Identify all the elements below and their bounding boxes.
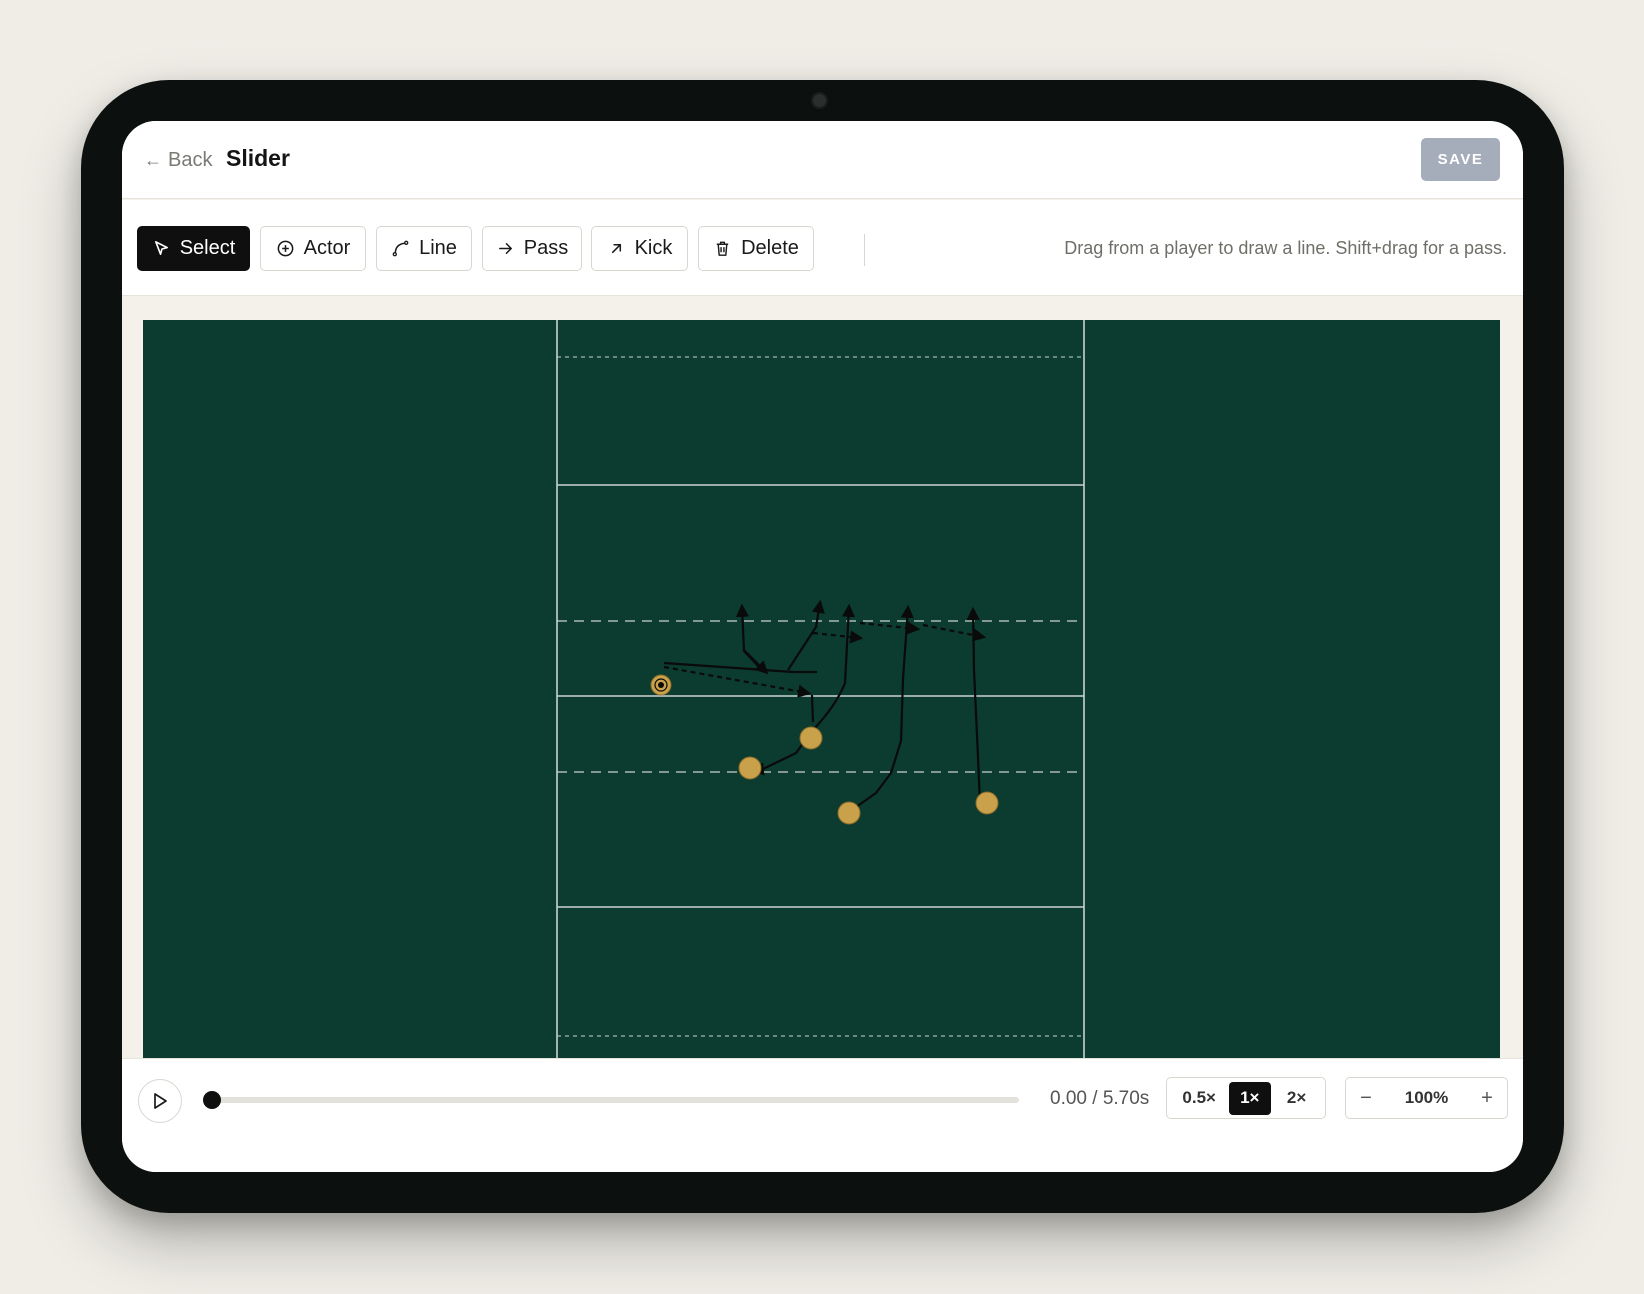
pass-tool-label: Pass — [523, 237, 569, 259]
camera-icon — [811, 92, 828, 109]
arrow-left-icon: ← — [144, 150, 162, 170]
route-line[interactable] — [735, 603, 763, 671]
zoom-out-button[interactable]: − — [1358, 1087, 1374, 1110]
play-icon — [154, 1093, 167, 1109]
pass-tool-button[interactable]: Pass — [482, 226, 582, 271]
toolbar: Select Actor Line Pass Kick Delete Drag … — [122, 200, 1523, 296]
timeline-scrubber[interactable] — [203, 1091, 1019, 1109]
save-button[interactable]: SAVE — [1421, 138, 1500, 181]
page-title: Slider — [226, 145, 290, 171]
zoom-control: − 100% + — [1345, 1077, 1508, 1119]
select-tool-button[interactable]: Select — [137, 226, 250, 271]
player[interactable] — [975, 791, 999, 815]
route-line[interactable] — [966, 606, 982, 804]
route-line[interactable] — [787, 599, 825, 671]
trash-icon — [716, 241, 729, 256]
plus-circle-icon — [277, 240, 294, 257]
arrow-right-icon — [498, 242, 512, 255]
routes[interactable] — [663, 599, 987, 813]
cursor-icon — [154, 241, 168, 256]
curve-icon — [392, 240, 409, 257]
route-line[interactable] — [663, 661, 817, 674]
tablet-frame: ← Back Slider SAVE Select Actor Line Pas — [81, 80, 1564, 1213]
select-tool-label: Select — [179, 237, 236, 259]
zoom-level: 100% — [1404, 1088, 1449, 1107]
playback-bar: 0.00 / 5.70s 0.5× 1× 2× − 100% + — [122, 1058, 1523, 1172]
actor-tool-label: Actor — [303, 237, 351, 259]
delete-tool-label: Delete — [741, 237, 799, 259]
speed-1x-button[interactable]: 1× — [1228, 1081, 1271, 1115]
players[interactable] — [650, 674, 999, 825]
pitch-markings — [556, 320, 1085, 1073]
back-label: Back — [168, 148, 213, 171]
line-tool-button[interactable]: Line — [376, 226, 472, 271]
route-line[interactable] — [859, 621, 921, 635]
delete-tool-button[interactable]: Delete — [698, 226, 814, 271]
player[interactable] — [837, 801, 861, 825]
app-screen: ← Back Slider SAVE Select Actor Line Pas — [122, 121, 1523, 1172]
toolbar-hint: Drag from a player to draw a line. Shift… — [1064, 238, 1507, 258]
canvas-area — [122, 297, 1523, 1073]
header-bar: ← Back Slider SAVE — [122, 121, 1523, 199]
speed-selector: 0.5× 1× 2× — [1166, 1077, 1326, 1119]
back-button[interactable]: ← Back — [144, 148, 212, 172]
kick-tool-label: Kick — [634, 237, 673, 259]
kick-tool-button[interactable]: Kick — [591, 226, 688, 271]
speed-0.5x-button[interactable]: 0.5× — [1174, 1082, 1224, 1115]
route-line[interactable] — [810, 694, 815, 723]
arrow-up-right-icon — [611, 243, 621, 254]
play-field[interactable] — [143, 320, 1500, 1073]
line-tool-label: Line — [419, 237, 457, 259]
zoom-in-button[interactable]: + — [1479, 1087, 1495, 1110]
play-button[interactable] — [138, 1079, 182, 1123]
field-drawing[interactable] — [143, 320, 1500, 1073]
speed-2x-button[interactable]: 2× — [1276, 1082, 1318, 1115]
toolbar-divider — [864, 234, 865, 266]
time-readout: 0.00 / 5.70s — [1050, 1088, 1150, 1109]
scrubber-handle[interactable] — [203, 1091, 221, 1109]
actor-tool-button[interactable]: Actor — [260, 226, 366, 271]
player[interactable] — [799, 726, 823, 750]
route-line[interactable] — [812, 630, 864, 644]
player[interactable] — [738, 756, 762, 780]
player-ball-carrier[interactable] — [650, 674, 672, 696]
